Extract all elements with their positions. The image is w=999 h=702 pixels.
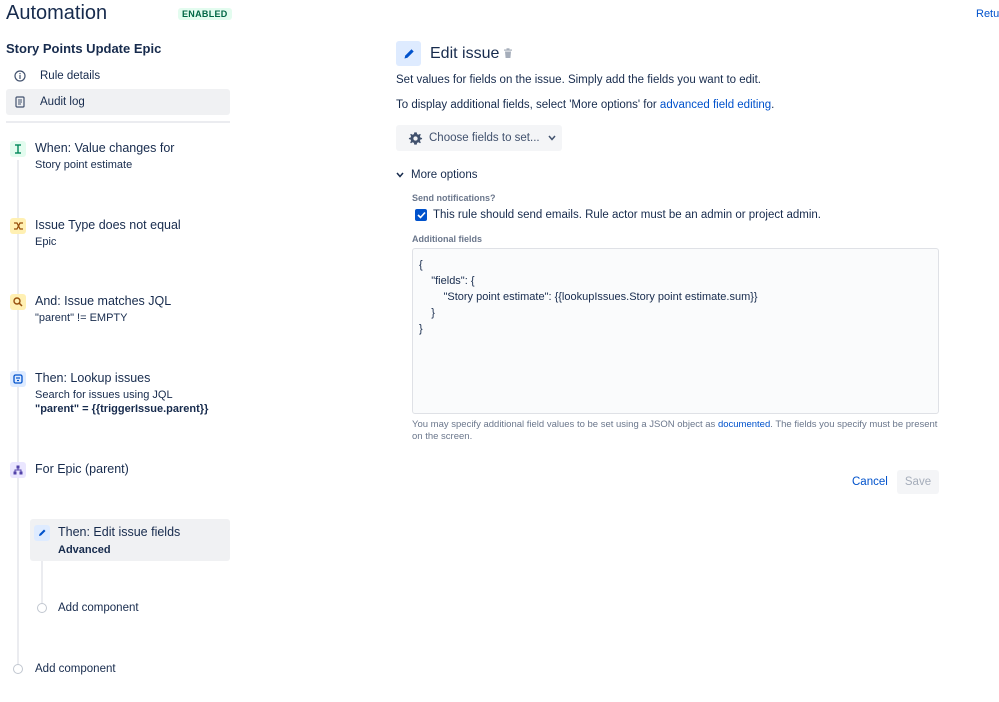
description-suffix: . [771, 99, 775, 111]
cancel-button[interactable]: Cancel [848, 470, 892, 494]
sidebar-item-label: Audit log [40, 96, 85, 108]
sidebar-item-rule-details[interactable]: Rule details [6, 63, 230, 89]
additional-fields-textarea[interactable]: { "fields": { "Story point estimate": {{… [412, 248, 939, 414]
chevron-down-icon [548, 135, 556, 141]
info-icon [14, 70, 26, 82]
additional-fields-help: You may specify additional field values … [412, 419, 939, 443]
component-subtitle: Search for issues using JQL [35, 389, 173, 401]
status-badge: ENABLED [178, 8, 232, 20]
editor-title: Edit issue [430, 45, 500, 62]
json-line: "fields": { [419, 275, 475, 287]
send-notifications-label: Send notifications? [412, 193, 496, 203]
additional-fields-label: Additional fields [412, 234, 483, 244]
component-subtitle: "parent" != EMPTY [35, 312, 128, 324]
sidebar-item-audit-log[interactable]: Audit log [6, 89, 230, 115]
editor-description: Set values for fields on the issue. Simp… [396, 74, 762, 86]
component-branch-epic[interactable]: For Epic (parent) [10, 462, 230, 482]
gear-icon [408, 131, 423, 146]
json-line: } [419, 307, 435, 319]
choose-fields-button[interactable]: Choose fields to set... [396, 125, 562, 151]
condition-shuffle-icon [10, 218, 26, 234]
component-title: Then: Edit issue fields [58, 525, 181, 539]
add-component-dot-icon [37, 603, 47, 613]
branch-icon [10, 462, 26, 478]
component-title: Issue Type does not equal [35, 218, 181, 232]
component-trigger[interactable]: When: Value changes for Story point esti… [10, 141, 230, 177]
trigger-icon [10, 141, 26, 157]
checkmark-icon [416, 211, 426, 219]
component-title: When: Value changes for [35, 141, 175, 155]
json-line: } [419, 323, 423, 335]
component-subtitle: Epic [35, 236, 57, 248]
component-title: Then: Lookup issues [35, 371, 151, 385]
component-title: For Epic (parent) [35, 462, 129, 476]
send-notifications-checkbox[interactable] [415, 209, 427, 221]
rule-name: Story Points Update Epic [6, 41, 162, 56]
chevron-down-icon [396, 172, 404, 178]
save-button[interactable]: Save [897, 470, 939, 494]
sidebar-divider [6, 121, 230, 123]
component-condition-jql[interactable]: And: Issue matches JQL "parent" != EMPTY [10, 294, 230, 330]
component-condition-issue-type[interactable]: Issue Type does not equal Epic [10, 218, 230, 254]
component-lookup-issues[interactable]: Then: Lookup issues Search for issues us… [10, 371, 230, 421]
search-icon [10, 294, 26, 310]
editor-description-advanced: To display additional fields, select 'Mo… [396, 99, 774, 111]
advanced-field-editing-link[interactable]: advanced field editing [660, 99, 771, 111]
return-link[interactable]: Retu [976, 8, 999, 20]
documented-link[interactable]: documented [718, 419, 770, 430]
lookup-icon [10, 371, 26, 387]
add-component-outer[interactable]: Add component [35, 663, 116, 675]
pencil-icon [34, 525, 50, 541]
document-icon [14, 96, 26, 108]
page-title: Automation [6, 2, 108, 24]
component-subtitle: Story point estimate [35, 159, 133, 171]
component-jql: "parent" = {{triggerIssue.parent}} [35, 403, 209, 415]
send-notifications-text[interactable]: This rule should send emails. Rule actor… [433, 209, 821, 221]
add-component-dot-icon [13, 664, 23, 674]
more-options-toggle[interactable]: More options [396, 169, 477, 181]
more-options-label: More options [411, 169, 478, 181]
description-text: To display additional fields, select 'Mo… [396, 99, 660, 111]
help-text: You may specify additional field values … [412, 419, 718, 430]
component-edit-issue[interactable]: Then: Edit issue fields Advanced [34, 525, 254, 561]
pencil-icon [396, 41, 421, 66]
json-line: { [419, 259, 423, 271]
sidebar-item-label: Rule details [40, 70, 101, 82]
component-subtitle: Advanced [58, 544, 111, 556]
choose-fields-label: Choose fields to set... [429, 132, 540, 144]
trash-icon[interactable] [503, 48, 513, 62]
json-line: "Story point estimate": {{lookupIssues.S… [419, 291, 758, 303]
component-title: And: Issue matches JQL [35, 294, 172, 308]
add-component-inner[interactable]: Add component [58, 602, 139, 614]
